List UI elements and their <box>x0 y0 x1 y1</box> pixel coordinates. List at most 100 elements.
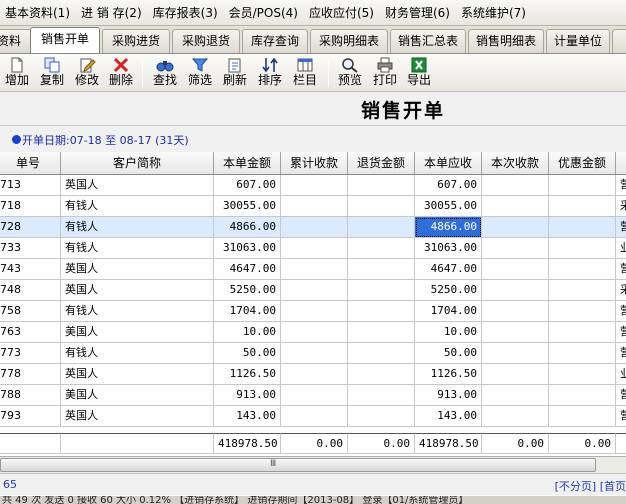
this-received-cell[interactable] <box>482 175 549 196</box>
returned-cell[interactable] <box>348 385 415 406</box>
sales-order-grid[interactable]: 单号 客户简称 本单金额 累计收款 退货金额 本单应收 本次收款 优惠金额 71… <box>0 152 626 456</box>
returned-cell[interactable] <box>348 364 415 385</box>
returned-cell[interactable] <box>348 343 415 364</box>
menu-member-pos[interactable]: 会员/POS(4) <box>224 0 304 25</box>
order-no-cell[interactable]: 728 <box>0 217 61 238</box>
customer-cell[interactable]: 英国人 <box>61 406 214 427</box>
type-cell[interactable]: 营 <box>616 259 626 280</box>
this-received-cell[interactable] <box>482 385 549 406</box>
col-header-discount[interactable]: 优惠金额 <box>549 152 616 175</box>
discount-cell[interactable] <box>549 259 616 280</box>
customer-cell[interactable]: 有钱人 <box>61 343 214 364</box>
order-no-cell[interactable]: 718 <box>0 196 61 217</box>
type-cell[interactable]: 采 <box>616 196 626 217</box>
customer-cell[interactable]: 英国人 <box>61 280 214 301</box>
type-cell[interactable]: 业 <box>616 238 626 259</box>
returned-cell[interactable] <box>348 259 415 280</box>
table-row[interactable]: 748英国人5250.005250.00采 <box>0 280 626 301</box>
returned-cell[interactable] <box>348 406 415 427</box>
menu-receivables-payables[interactable]: 应收应付(5) <box>304 0 380 25</box>
tab-sales-detail[interactable]: 销售明细表 <box>468 29 544 53</box>
this-received-cell[interactable] <box>482 406 549 427</box>
export-button[interactable]: 导出 <box>402 56 436 90</box>
tab-data[interactable]: 资料 <box>0 29 32 53</box>
amount-cell[interactable]: 607.00 <box>214 175 281 196</box>
customer-cell[interactable]: 美国人 <box>61 322 214 343</box>
col-header-order-no[interactable]: 单号 <box>0 152 61 175</box>
receivable-cell[interactable]: 10.00 <box>415 322 482 343</box>
delete-button[interactable]: 删除 <box>104 56 138 90</box>
tab-stock-query[interactable]: 库存查询 <box>242 29 308 53</box>
customer-cell[interactable]: 英国人 <box>61 364 214 385</box>
discount-cell[interactable] <box>549 364 616 385</box>
discount-cell[interactable] <box>549 175 616 196</box>
cum-received-cell[interactable] <box>281 322 348 343</box>
receivable-cell[interactable]: 5250.00 <box>415 280 482 301</box>
returned-cell[interactable] <box>348 217 415 238</box>
type-cell[interactable]: 营 <box>616 301 626 322</box>
menu-system-maintenance[interactable]: 系统维护(7) <box>456 0 532 25</box>
tab-purchase-in[interactable]: 采购进货 <box>102 29 170 53</box>
col-header-returned[interactable]: 退货金额 <box>348 152 415 175</box>
type-cell[interactable]: 营 <box>616 343 626 364</box>
returned-cell[interactable] <box>348 196 415 217</box>
cum-received-cell[interactable] <box>281 343 348 364</box>
type-cell[interactable]: 营 <box>616 217 626 238</box>
col-header-receivable[interactable]: 本单应收 <box>415 152 482 175</box>
cum-received-cell[interactable] <box>281 217 348 238</box>
order-no-cell[interactable]: 743 <box>0 259 61 280</box>
order-no-cell[interactable]: 758 <box>0 301 61 322</box>
tab-sales-order[interactable]: 销售开单 <box>30 27 100 53</box>
sort-button[interactable]: 排序 <box>253 56 287 90</box>
type-cell[interactable]: 营 <box>616 406 626 427</box>
cum-received-cell[interactable] <box>281 406 348 427</box>
tab-purchase-detail[interactable]: 采购明细表 <box>310 29 388 53</box>
order-no-cell[interactable]: 713 <box>0 175 61 196</box>
amount-cell[interactable]: 913.00 <box>214 385 281 406</box>
customer-cell[interactable]: 有钱人 <box>61 217 214 238</box>
order-no-cell[interactable]: 748 <box>0 280 61 301</box>
col-header-amount[interactable]: 本单金额 <box>214 152 281 175</box>
cum-received-cell[interactable] <box>281 196 348 217</box>
refresh-button[interactable]: 刷新 <box>218 56 252 90</box>
discount-cell[interactable] <box>549 280 616 301</box>
returned-cell[interactable] <box>348 238 415 259</box>
cum-received-cell[interactable] <box>281 175 348 196</box>
edit-button[interactable]: 修改 <box>70 56 104 90</box>
filter-button[interactable]: 筛选 <box>183 56 217 90</box>
table-row[interactable]: 778英国人1126.501126.50业 <box>0 364 626 385</box>
discount-cell[interactable] <box>549 238 616 259</box>
find-button[interactable]: 查找 <box>148 56 182 90</box>
this-received-cell[interactable] <box>482 259 549 280</box>
columns-button[interactable]: 栏目 <box>288 56 322 90</box>
cum-received-cell[interactable] <box>281 301 348 322</box>
amount-cell[interactable]: 5250.00 <box>214 280 281 301</box>
table-row[interactable]: 788美国人913.00913.00营 <box>0 385 626 406</box>
discount-cell[interactable] <box>549 217 616 238</box>
customer-cell[interactable]: 英国人 <box>61 259 214 280</box>
order-no-cell[interactable]: 778 <box>0 364 61 385</box>
tab-overflow[interactable] <box>612 29 626 53</box>
menu-basic-data[interactable]: 基本资料(1) <box>0 0 76 25</box>
table-row[interactable]: 763美国人10.0010.00营 <box>0 322 626 343</box>
order-no-cell[interactable]: 773 <box>0 343 61 364</box>
copy-button[interactable]: 复制 <box>35 56 69 90</box>
receivable-cell[interactable]: 1704.00 <box>415 301 482 322</box>
returned-cell[interactable] <box>348 175 415 196</box>
horizontal-scrollbar[interactable]: Ⅲ <box>0 456 626 473</box>
table-row[interactable]: 713英国人607.00607.00营 <box>0 175 626 196</box>
amount-cell[interactable]: 31063.00 <box>214 238 281 259</box>
print-button[interactable]: 打印 <box>368 56 402 90</box>
customer-cell[interactable]: 有钱人 <box>61 238 214 259</box>
cum-received-cell[interactable] <box>281 364 348 385</box>
order-no-cell[interactable]: 793 <box>0 406 61 427</box>
receivable-cell[interactable]: 1126.50 <box>415 364 482 385</box>
date-range-label[interactable]: 开单日期:07-18 至 08-17 (31天) <box>22 132 189 148</box>
col-header-customer[interactable]: 客户简称 <box>61 152 214 175</box>
returned-cell[interactable] <box>348 301 415 322</box>
amount-cell[interactable]: 1704.00 <box>214 301 281 322</box>
returned-cell[interactable] <box>348 280 415 301</box>
type-cell[interactable]: 营 <box>616 175 626 196</box>
amount-cell[interactable]: 143.00 <box>214 406 281 427</box>
tab-purchase-return[interactable]: 采购退货 <box>172 29 240 53</box>
